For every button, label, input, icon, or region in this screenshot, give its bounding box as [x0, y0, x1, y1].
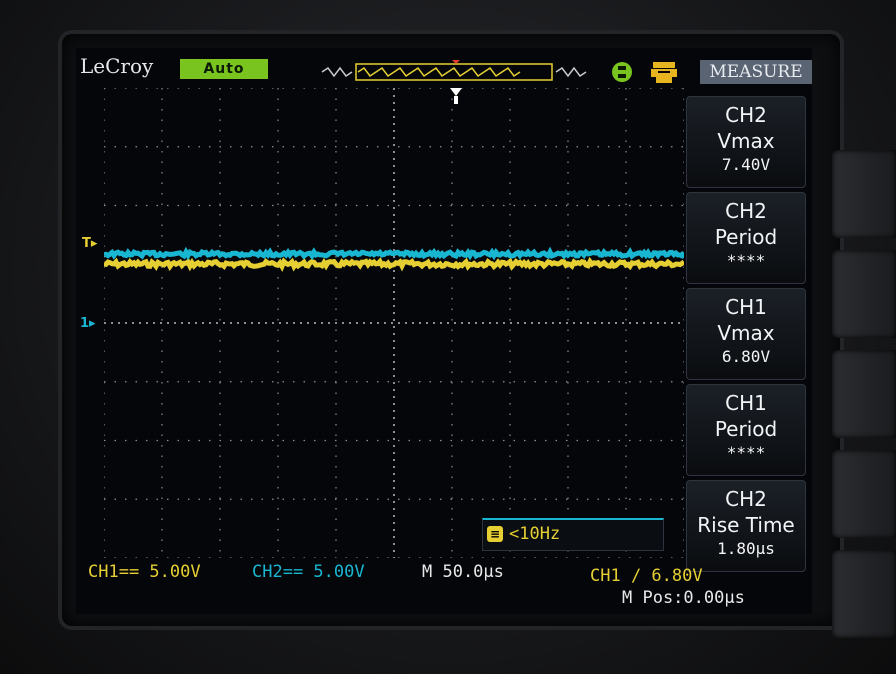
softkey-4-button[interactable] [832, 450, 896, 538]
ch1-level-label: T [82, 236, 91, 251]
grid-lines [104, 88, 684, 558]
trigger-setting: CH1 ∕ 6.80V [590, 566, 703, 586]
menu-title: MEASURE [700, 60, 812, 84]
measure-value: 7.40V [721, 155, 771, 174]
measure-source: CH2 [725, 103, 767, 127]
measure-item-2[interactable]: CH2 Period **** [686, 192, 806, 284]
waveform-traces [104, 246, 684, 272]
softkey-2-button[interactable] [832, 250, 896, 338]
measure-source: CH2 [725, 199, 767, 223]
ch1-trace [104, 256, 684, 272]
ch1-ground-label: 1 [80, 316, 90, 331]
measure-value: **** [726, 251, 766, 270]
softkey-1-button[interactable] [832, 150, 896, 238]
ch2-scale: CH2== 5.00V [252, 562, 365, 582]
run-status-icon [612, 62, 632, 82]
trigger-position-marker [450, 88, 462, 104]
measure-type: Rise Time [697, 513, 795, 537]
bottom-status-bar: CH1== 5.00V CH2== 5.00V M 50.0µs CH1 ∕ 6… [76, 558, 812, 614]
memory-position: M Pos:0.00µs [622, 588, 745, 608]
measure-type: Period [714, 225, 778, 249]
measure-item-4[interactable]: CH1 Period **** [686, 384, 806, 476]
trigger-mode-badge: Auto [180, 59, 268, 79]
measure-source: CH2 [725, 487, 767, 511]
waveform-graticule [104, 88, 684, 558]
timebase: M 50.0µs [422, 562, 504, 582]
frequency-value: <10Hz [509, 524, 561, 544]
measure-item-1[interactable]: CH2 Vmax 7.40V [686, 96, 806, 188]
measure-menu: CH2 Vmax 7.40V CH2 Period **** CH1 Vmax … [686, 86, 812, 576]
measure-value: **** [726, 443, 766, 462]
ch1-scale: CH1== 5.00V [88, 562, 201, 582]
softkey-5-button[interactable] [832, 550, 896, 638]
measure-source: CH1 [725, 295, 767, 319]
measure-source: CH1 [725, 391, 767, 415]
printer-icon [651, 62, 677, 83]
frequency-counter: ≡ <10Hz [482, 518, 664, 551]
measure-type: Period [714, 417, 778, 441]
measure-value: 1.80µs [717, 539, 775, 558]
ch2-trace [104, 246, 684, 261]
measure-type: Vmax [717, 129, 775, 153]
ch1-level-marker: T▸ [82, 236, 98, 251]
memory-position-indicator [321, 60, 587, 81]
scope-screen: LeCroy Auto MEASURE T▸ 1▸ ≡ <10Hz CH2 Vm… [76, 48, 812, 614]
measure-item-3[interactable]: CH1 Vmax 6.80V [686, 288, 806, 380]
measure-value: 6.80V [721, 347, 771, 366]
softkey-3-button[interactable] [832, 350, 896, 438]
measure-type: Vmax [717, 321, 775, 345]
ch1-ground-marker: 1▸ [80, 316, 96, 331]
counter-icon: ≡ [487, 526, 503, 542]
brand-logo: LeCroy [80, 54, 154, 78]
